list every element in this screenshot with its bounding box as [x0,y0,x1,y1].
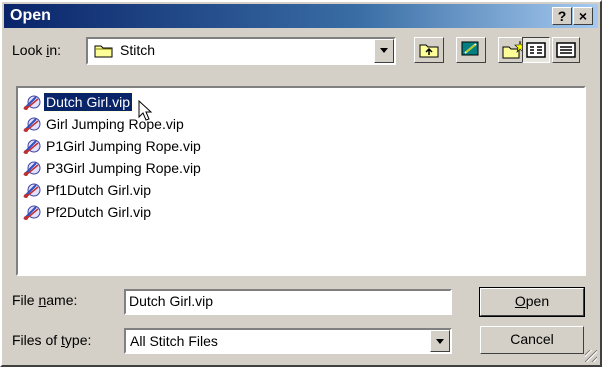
file-type-label-post: ype: [64,332,92,348]
open-button[interactable]: Open [479,287,585,317]
dialog-title: Open [10,7,51,24]
cancel-button[interactable]: Cancel [480,326,584,354]
list-view-icon [526,42,546,58]
look-in-label-suffix: n: [49,42,62,58]
stitch-file-icon [23,205,41,220]
file-name-label: Pf2Dutch Girl.vip [46,204,152,220]
details-view-button[interactable] [552,37,580,63]
list-view-button[interactable] [522,37,550,63]
open-label: pen [525,293,550,309]
desktop-icon [461,41,479,56]
look-in-label-text: Look [12,42,47,58]
look-in-label: Look in: [12,42,61,58]
desktop-button[interactable] [456,37,486,63]
close-button[interactable]: × [573,7,593,25]
file-type-combo[interactable]: All Stitch Files [124,328,452,354]
mouse-cursor-icon [138,100,153,121]
up-one-level-button[interactable] [414,37,444,63]
file-name-field[interactable] [124,289,452,315]
file-name-input[interactable] [126,291,450,311]
resize-grip[interactable] [585,350,597,362]
file-name-label: P3Girl Jumping Rope.vip [46,160,201,176]
stitch-file-icon [23,183,41,198]
file-type-label-pre: Files of [12,332,62,348]
look-in-value: Stitch [120,42,156,58]
file-name-label: Pf1Dutch Girl.vip [46,182,152,198]
folder-icon [94,45,113,58]
details-view-icon [556,42,576,58]
stitch-file-icon [23,161,41,176]
file-name-label-pre: File [12,292,39,308]
file-type-value: All Stitch Files [130,333,218,349]
file-type-label-row: Files of type: [12,332,91,348]
file-list[interactable]: Dutch Girl.vip Girl Jumping Rope.vip P1G… [16,86,586,276]
stitch-file-icon [23,117,41,132]
file-name-label-row: File name: [12,292,77,308]
stitch-file-icon [23,139,41,154]
file-name-label-post: ame: [46,292,78,308]
stitch-file-icon [23,95,41,110]
title-bar[interactable]: Open ? × [4,4,598,28]
look-in-dropdown-button[interactable] [374,39,394,63]
open-accelerator: O [514,293,526,309]
file-name-label: Dutch Girl.vip [42,92,134,112]
open-dialog: Open ? × Look in: Stitch Dutch Girl.vip … [0,0,602,367]
file-type-dropdown-button[interactable] [430,330,450,352]
help-button[interactable]: ? [552,7,572,25]
look-in-combo[interactable]: Stitch [86,37,396,65]
file-name-label: P1Girl Jumping Rope.vip [46,138,201,154]
file-name-label: Girl Jumping Rope.vip [46,116,184,132]
up-folder-icon [419,44,439,58]
